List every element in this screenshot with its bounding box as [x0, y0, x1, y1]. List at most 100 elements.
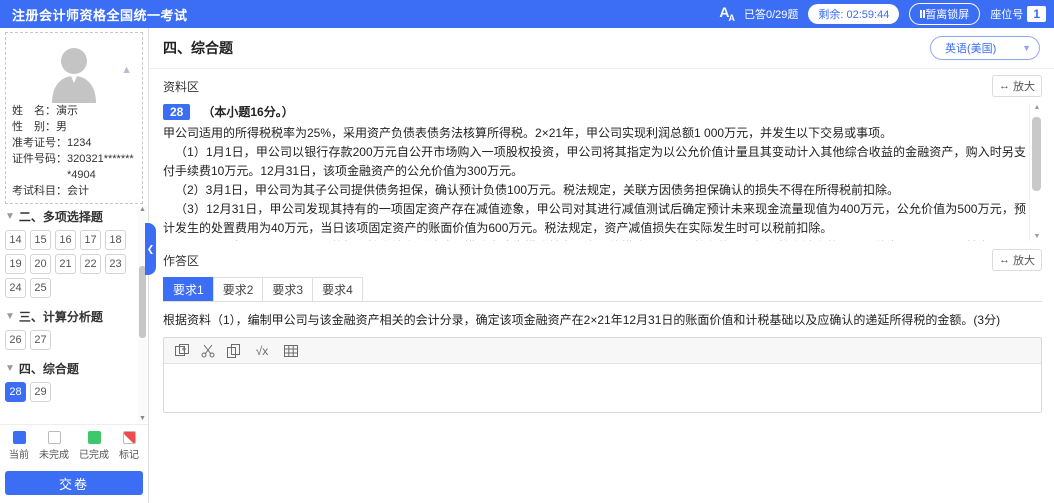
material-scroll-thumb[interactable]	[1032, 117, 1041, 191]
section-header-comprehensive[interactable]: ▼ 四、综合题	[5, 360, 143, 377]
section-title-label: 四、综合题	[18, 362, 79, 376]
question-box[interactable]: 24	[5, 278, 26, 298]
question-box[interactable]: 17	[80, 230, 101, 250]
font-size-icon[interactable]: AA	[719, 5, 735, 23]
body-wrapper: ▲ 姓 名：演示 性 别：男 准考证号：1234 证件号码： 320321****…	[0, 28, 1054, 503]
question-box[interactable]: 16	[55, 230, 76, 250]
language-select[interactable]: 英语(美国) ▼	[930, 36, 1040, 60]
scroll-down-arrow-icon[interactable]: ▼	[139, 415, 146, 422]
answer-textarea[interactable]	[164, 364, 1041, 412]
sidebar-scroll-thumb[interactable]	[139, 266, 146, 338]
tab-requirement-4[interactable]: 要求4	[312, 277, 363, 301]
main-header: 四、综合题 英语(美国) ▼	[149, 28, 1054, 69]
question-box[interactable]: 26	[5, 330, 26, 350]
section-header-calculation[interactable]: ▼ 三、计算分析题	[5, 308, 143, 325]
legend: 当前 未完成 已完成 标记	[0, 424, 148, 465]
tab-requirement-2[interactable]: 要求2	[212, 277, 264, 301]
answer-editor: √x	[163, 337, 1042, 413]
editor-toolbar: √x	[164, 338, 1041, 364]
tab-requirement-1[interactable]: 要求1	[163, 277, 214, 301]
chevron-down-icon: ▼	[1022, 43, 1031, 53]
page-title: 四、综合题	[163, 40, 233, 56]
question-grid-calculation: 26 27	[5, 330, 143, 350]
info-name: 姓 名：演示	[12, 103, 136, 119]
app-title: 注册会计师资格全国统一考试	[12, 7, 188, 23]
question-box[interactable]: 23	[105, 254, 126, 274]
material-paragraph: 甲公司适用的所得税税率为25%，采用资产负债表债务法核算所得税。2×21年，甲公…	[163, 126, 893, 140]
remaining-time: 剩余: 02:59:44	[808, 4, 900, 24]
avatar	[42, 39, 106, 103]
legend-label: 已完成	[79, 450, 109, 461]
material-paragraph: （2）3月1日，甲公司为其子公司提供债务担保，确认预计负债100万元。税法规定，…	[175, 183, 900, 197]
question-header: 28 （本小题16分。）	[163, 103, 1026, 120]
info-ticket: 准考证号：1234	[12, 135, 136, 151]
scroll-down-arrow-icon[interactable]: ▼	[1033, 233, 1041, 240]
requirement-tabs: 要求1 要求2 要求3 要求4	[163, 277, 1042, 302]
legend-label: 标记	[119, 450, 139, 461]
material-section-bar: 资料区 ↔ 放大	[149, 69, 1054, 99]
seat-label: 座位号	[990, 9, 1024, 21]
info-subject: 考试科目：会计	[12, 183, 136, 199]
submit-exam-button[interactable]: 交卷	[5, 471, 143, 495]
scroll-up-arrow-icon[interactable]: ▲	[1033, 104, 1041, 111]
question-box[interactable]: 19	[5, 254, 26, 274]
chevron-left-icon: ❮	[146, 243, 155, 254]
answer-zoom-button[interactable]: ↔ 放大	[992, 249, 1042, 271]
question-box[interactable]: 18	[105, 230, 126, 250]
legend-item-current: 当前	[9, 431, 29, 461]
user-info-list: 姓 名：演示 性 别：男 准考证号：1234 证件号码： 320321******…	[12, 103, 136, 199]
info-name-label: 姓 名：	[12, 105, 56, 117]
lock-screen-button[interactable]: 暂离锁屏	[909, 3, 981, 25]
question-box[interactable]: 20	[30, 254, 51, 274]
paste-icon[interactable]	[174, 343, 189, 358]
section-title-label: 二、多项选择题	[18, 210, 103, 224]
formula-icon[interactable]: √x	[252, 343, 272, 358]
legend-swatch-current	[12, 431, 26, 444]
question-box[interactable]: 29	[30, 382, 51, 402]
legend-label: 当前	[9, 450, 29, 461]
main-content: 四、综合题 英语(美国) ▼ 资料区 ↔ 放大 28 （本小题16分。） 甲公司…	[149, 28, 1054, 503]
answered-count: 已答0/29题	[743, 9, 799, 21]
material-scrollbar[interactable]: ▲ ▼	[1029, 103, 1042, 241]
expand-arrows-icon: ↔	[999, 80, 1010, 92]
tab-requirement-3[interactable]: 要求3	[262, 277, 314, 301]
info-ticket-label: 准考证号：	[12, 137, 67, 149]
sidebar-collapse-handle[interactable]: ❮	[145, 223, 156, 275]
question-navigator[interactable]: ▼ 二、多项选择题 14 15 16 17 18 19 20 21 22 23 …	[0, 204, 148, 424]
language-select-value: 英语(美国)	[945, 43, 997, 55]
chevron-down-icon: ▼	[5, 363, 15, 374]
avatar-row: ▲	[12, 39, 136, 103]
question-box[interactable]: 14	[5, 230, 26, 250]
sidebar: ▲ 姓 名：演示 性 别：男 准考证号：1234 证件号码： 320321****…	[0, 28, 156, 503]
legend-swatch-done	[87, 431, 101, 444]
cut-scissors-icon[interactable]	[200, 343, 215, 358]
material-paragraph: （1）1月1日，甲公司以银行存款200万元自公开市场购入一项股权投资，甲公司将其…	[163, 145, 1026, 178]
copy-icon[interactable]	[226, 343, 241, 358]
info-subject-label: 考试科目：	[12, 185, 67, 197]
chevron-up-icon[interactable]: ▲	[121, 65, 132, 76]
question-box[interactable]: 22	[80, 254, 101, 274]
info-name-value: 演示	[56, 105, 78, 117]
material-paragraph: （3）12月31日，甲公司发现其持有的一项固定资产存在减值迹象，甲公司对其进行减…	[163, 202, 1026, 235]
seat-info: 座位号 1	[990, 6, 1046, 22]
question-box[interactable]: 25	[30, 278, 51, 298]
scroll-up-arrow-icon[interactable]: ▲	[139, 206, 146, 213]
question-box[interactable]: 27	[30, 330, 51, 350]
table-icon[interactable]	[283, 343, 298, 358]
user-avatar-icon	[52, 48, 96, 103]
info-gender: 性 别：男	[12, 119, 136, 135]
pause-icon	[920, 10, 926, 18]
answer-section: 作答区 ↔ 放大 要求1 要求2 要求3 要求4 根据资料（1），编制甲公司与该…	[149, 243, 1054, 413]
legend-swatch-undone	[47, 431, 61, 444]
question-box[interactable]: 21	[55, 254, 76, 274]
seat-number: 1	[1027, 6, 1046, 22]
section-header-multi-choice[interactable]: ▼ 二、多项选择题	[5, 208, 143, 225]
question-box-current[interactable]: 28	[5, 382, 26, 402]
legend-swatch-flagged	[122, 431, 136, 444]
material-zoom-button[interactable]: ↔ 放大	[992, 75, 1042, 97]
requirement-text: 根据资料（1），编制甲公司与该金融资产相关的会计分录，确定该项金融资产在2×21…	[163, 313, 1001, 327]
question-grid-comprehensive: 28 29	[5, 382, 143, 402]
question-box[interactable]: 15	[30, 230, 51, 250]
legend-item-flagged: 标记	[119, 431, 139, 461]
info-subject-value: 会计	[67, 185, 89, 197]
